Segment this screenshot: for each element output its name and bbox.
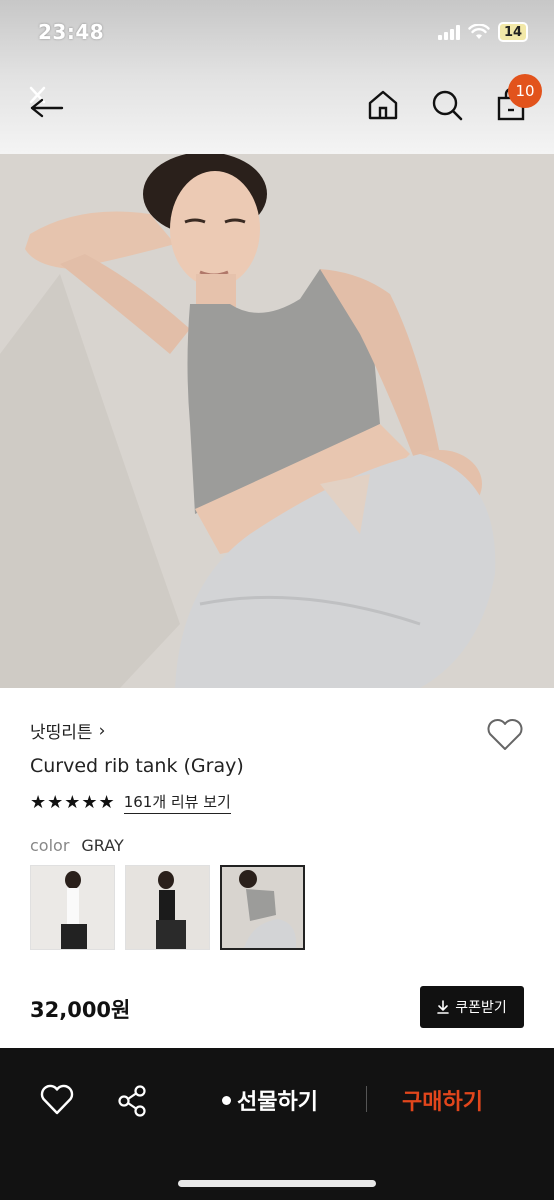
search-icon[interactable] [430, 88, 464, 122]
battery-indicator: 14 [498, 22, 528, 42]
swatch-black[interactable] [125, 865, 210, 950]
home-indicator[interactable] [178, 1180, 376, 1187]
product-image[interactable] [0, 154, 554, 688]
brand-name: 낫띵리튼 [30, 723, 93, 743]
swatch-gray[interactable] [220, 865, 305, 950]
chevron-right-icon: › [98, 720, 106, 741]
divider [366, 1086, 367, 1112]
color-label: color [30, 836, 70, 855]
top-bar: 23:48 14 10 [0, 0, 554, 154]
status-icons: 14 [438, 22, 528, 42]
price: 32,000원 [30, 998, 131, 1022]
gift-dot-icon [222, 1095, 231, 1105]
brand-link[interactable]: 낫띵리튼 › [30, 718, 524, 744]
coupon-label: 쿠폰받기 [455, 1000, 507, 1016]
review-link[interactable]: 161개 리뷰 보기 [123, 791, 231, 814]
wifi-icon [468, 24, 490, 39]
share-icon[interactable] [116, 1084, 150, 1118]
download-icon [437, 1000, 450, 1014]
coupon-button[interactable]: 쿠폰받기 [420, 986, 524, 1028]
product-name: Curved rib tank (Gray) [30, 755, 244, 777]
gift-button[interactable]: 선물하기 [222, 1084, 318, 1116]
model-photo [0, 154, 554, 688]
bottom-action-bar: 선물하기 구매하기 [0, 1048, 554, 1200]
product-info: 낫띵리튼 › Curved rib tank (Gray) ★★★★★ 161개… [30, 718, 524, 950]
color-row: color GRAY [30, 836, 524, 855]
cart-count-badge: 10 [508, 74, 542, 108]
color-swatches [30, 865, 524, 950]
nav-icons [366, 88, 528, 122]
back-arrow-icon[interactable] [26, 82, 66, 122]
wishlist-heart-icon[interactable] [486, 718, 524, 752]
color-value: GRAY [81, 836, 124, 855]
heart-icon[interactable] [40, 1084, 74, 1116]
swatch-white[interactable] [30, 865, 115, 950]
gift-label: 선물하기 [237, 1090, 318, 1115]
star-rating-icon: ★★★★★ [30, 792, 116, 813]
status-time: 23:48 [38, 20, 105, 44]
rating-row: ★★★★★ 161개 리뷰 보기 [30, 791, 524, 814]
home-icon[interactable] [366, 88, 400, 122]
buy-button[interactable]: 구매하기 [402, 1084, 483, 1116]
signal-icon [438, 24, 460, 40]
